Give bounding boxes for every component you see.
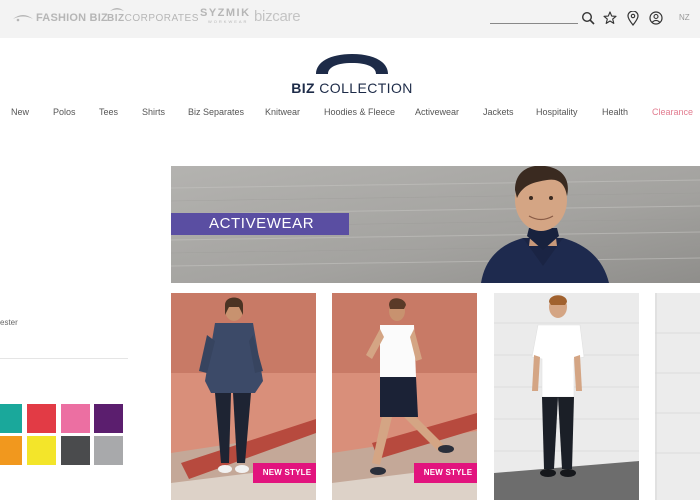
main-nav: New Polos Tees Shirts Biz Separates Knit…	[0, 107, 700, 123]
nav-item-activewear[interactable]: Activewear	[415, 107, 459, 117]
colour-swatch-red[interactable]	[27, 404, 56, 433]
nav-item-hoodies-fleece[interactable]: Hoodies & Fleece	[324, 107, 395, 117]
logo-text: BIZ COLLECTION	[290, 80, 414, 96]
nav-item-polos[interactable]: Polos	[53, 107, 76, 117]
nav-item-hospitality[interactable]: Hospitality	[536, 107, 578, 117]
nav-item-health[interactable]: Health	[602, 107, 628, 117]
nav-item-shirts[interactable]: Shirts	[142, 107, 165, 117]
product-card-hoodie[interactable]: NEW STYLE	[171, 293, 316, 500]
product-card-partial[interactable]	[655, 293, 700, 500]
brand-fashion-biz-label: FASHION BIZ	[36, 12, 108, 24]
brand-bar: FASHION BIZ BIZ CORPORATES SYZMIK WORKWEA…	[0, 0, 700, 38]
colour-swatch-grey[interactable]	[94, 436, 123, 465]
logo-text-regular: COLLECTION	[319, 80, 413, 96]
new-style-badge: NEW STYLE	[414, 463, 477, 483]
banner-title[interactable]: ACTIVEWEAR	[171, 213, 349, 235]
biz-collection-logo-icon	[316, 54, 388, 74]
brand-biz-corporates[interactable]: BIZ CORPORATES	[107, 8, 199, 27]
brand-bizcare[interactable]: bizcare	[254, 7, 301, 25]
brand-syzmik[interactable]: SYZMIK WORKWEAR	[200, 8, 251, 26]
product-card-tee-shorts[interactable]: NEW STYLE	[332, 293, 477, 500]
brand-fashion-biz[interactable]: FASHION BIZ	[12, 9, 108, 27]
site-logo[interactable]: BIZ COLLECTION	[290, 50, 414, 100]
nav-item-tees[interactable]: Tees	[99, 107, 118, 117]
brand-bizcare-label: bizcare	[254, 7, 301, 25]
fashion-biz-swoosh-icon	[13, 15, 33, 22]
product-image-partial	[655, 293, 700, 500]
colour-swatch-yellow[interactable]	[27, 436, 56, 465]
region-selector[interactable]: NZ	[679, 13, 690, 22]
colour-swatch-charcoal[interactable]	[61, 436, 90, 465]
colour-swatch-pink[interactable]	[61, 404, 90, 433]
search-input[interactable]	[490, 23, 578, 24]
biz-swoosh-icon	[110, 8, 124, 11]
brand-syzmik-label: SYZMIK	[200, 7, 251, 19]
star-icon[interactable]	[602, 10, 618, 26]
nav-item-new[interactable]: New	[11, 107, 29, 117]
new-style-badge: NEW STYLE	[253, 463, 316, 483]
filter-divider	[0, 358, 128, 359]
user-icon[interactable]	[648, 10, 664, 26]
product-card-tee-pants[interactable]	[494, 293, 639, 500]
brand-syzmik-tagline: WORKWEAR	[208, 19, 249, 24]
search-icon[interactable]	[580, 10, 596, 26]
logo-text-bold: BIZ	[291, 80, 315, 96]
colour-swatch-teal[interactable]	[0, 404, 22, 433]
colour-swatch-purple[interactable]	[94, 404, 123, 433]
brand-biz-corporates-regular: CORPORATES	[124, 12, 199, 24]
nav-item-knitwear[interactable]: Knitwear	[265, 107, 300, 117]
colour-swatch-orange[interactable]	[0, 436, 22, 465]
filter-option-label[interactable]: ester	[0, 318, 18, 327]
location-pin-icon[interactable]	[626, 10, 640, 26]
nav-item-clearance[interactable]: Clearance	[652, 107, 693, 117]
product-image-tee-pants	[494, 293, 639, 500]
brand-biz-corporates-bold: BIZ	[107, 12, 125, 24]
nav-item-biz-separates[interactable]: Biz Separates	[188, 107, 244, 117]
nav-item-jackets[interactable]: Jackets	[483, 107, 514, 117]
